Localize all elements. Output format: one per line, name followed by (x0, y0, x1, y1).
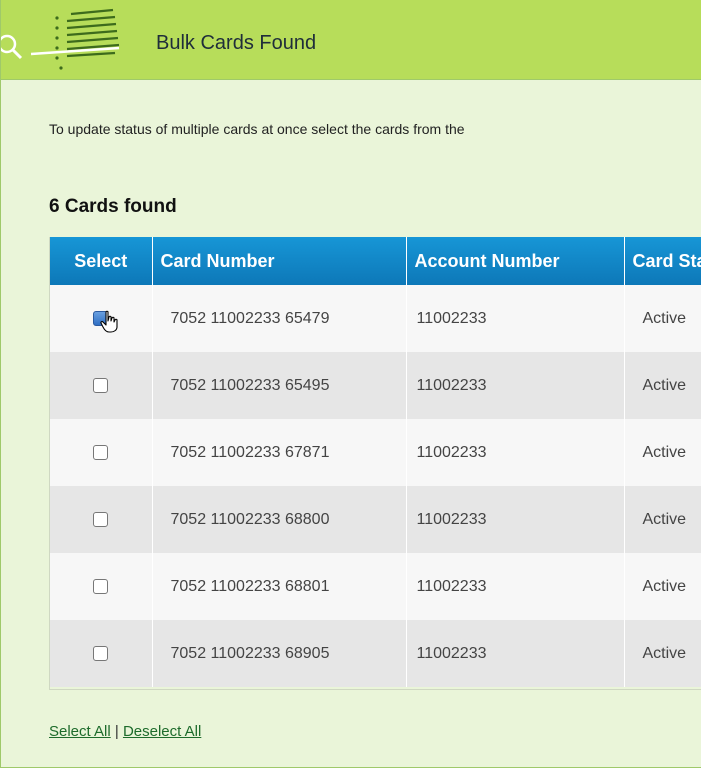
account-number-cell: 11002233 (406, 620, 625, 687)
row-checkbox[interactable] (93, 444, 109, 460)
card-status-cell: Active (624, 285, 701, 352)
account-number-cell: 11002233 (406, 486, 625, 553)
select-all-link[interactable]: Select All (49, 723, 111, 740)
card-number-cell: 7052 11002233 68801 (152, 553, 407, 620)
account-number-cell: 11002233 (406, 352, 625, 419)
card-number-cell: 7052 11002233 68800 (152, 486, 407, 553)
row-checkbox[interactable] (93, 645, 109, 661)
card-number-cell: 7052 11002233 65495 (152, 352, 407, 419)
account-number-cell: 11002233 (406, 419, 625, 486)
row-checkbox[interactable] (93, 578, 109, 594)
search-list-icon (1, 8, 120, 70)
cards-table-container: Select Card Number Account Number Card S… (49, 237, 701, 690)
selection-links: Select All | Deselect All (49, 723, 201, 740)
card-status-cell: Active (624, 352, 701, 419)
row-checkbox[interactable] (93, 377, 109, 393)
panel-header: Bulk Cards Found (1, 0, 701, 80)
table-row: 7052 11002233 67871 11002233 Active (50, 419, 701, 486)
table-header-row: Select Card Number Account Number Card S… (50, 237, 701, 285)
card-status-cell: Active (624, 620, 701, 687)
card-status-cell: Active (624, 553, 701, 620)
row-checkbox-wrap (86, 306, 118, 333)
column-header-card-number[interactable]: Card Number (152, 237, 407, 285)
link-separator: | (114, 723, 119, 740)
card-status-cell: Active (624, 486, 701, 553)
panel-title: Bulk Cards Found (156, 32, 317, 54)
card-number-cell: 7052 11002233 67871 (152, 419, 407, 486)
table-row: 7052 11002233 68801 11002233 Active (50, 553, 701, 620)
column-header-card-status[interactable]: Card Status (624, 237, 701, 285)
card-status-cell: Active (624, 419, 701, 486)
select-cell (50, 553, 153, 620)
hand-pointer-cursor-icon (100, 310, 118, 333)
deselect-all-link[interactable]: Deselect All (123, 723, 201, 740)
table-row: 7052 11002233 65479 11002233 Active (50, 285, 701, 352)
select-cell (50, 486, 153, 553)
account-number-cell: 11002233 (406, 553, 625, 620)
row-checkbox[interactable] (93, 511, 109, 527)
table-row: 7052 11002233 68905 11002233 Active (50, 620, 701, 687)
select-cell (50, 419, 153, 486)
card-number-cell: 7052 11002233 68905 (152, 620, 407, 687)
column-header-select[interactable]: Select (50, 237, 153, 285)
select-cell (50, 352, 153, 419)
table-row: 7052 11002233 68800 11002233 Active (50, 486, 701, 553)
cards-found-count: 6 Cards found (49, 196, 177, 217)
bulk-cards-panel: Bulk Cards Found To update status of mul… (0, 0, 701, 768)
column-header-account-number[interactable]: Account Number (406, 237, 625, 285)
table-row: 7052 11002233 65495 11002233 Active (50, 352, 701, 419)
instructions-text: To update status of multiple cards at on… (49, 121, 465, 137)
account-number-cell: 11002233 (406, 285, 625, 352)
select-cell (50, 620, 153, 687)
cards-table: Select Card Number Account Number Card S… (50, 237, 701, 687)
select-cell (50, 285, 153, 352)
card-number-cell: 7052 11002233 65479 (152, 285, 407, 352)
